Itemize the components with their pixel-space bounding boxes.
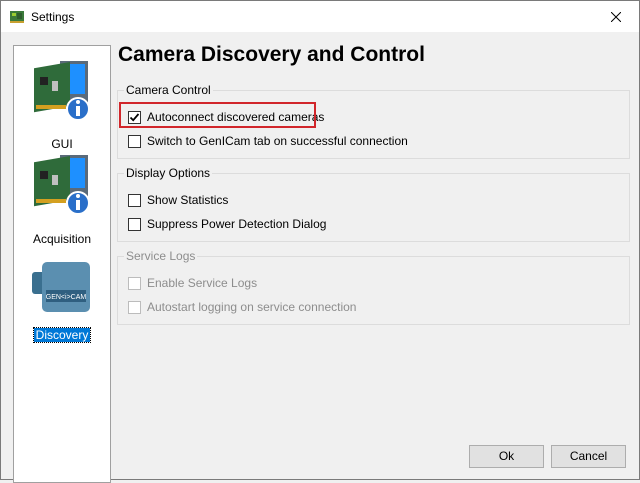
autostart-logging-checkbox[interactable]: Autostart logging on service connection xyxy=(128,299,356,315)
dialog-body: GUI Acquisition GEN<i>CAM Discovery Came… xyxy=(1,32,639,483)
page-title: Camera Discovery and Control xyxy=(118,43,425,66)
checkbox-label: Switch to GenICam tab on successful conn… xyxy=(147,134,408,148)
checkbox-box[interactable] xyxy=(128,276,141,290)
selected-label: Discovery xyxy=(32,327,92,343)
window-title: Settings xyxy=(31,10,75,24)
group-legend: Service Logs xyxy=(124,249,198,263)
checkbox-label: Suppress Power Detection Dialog xyxy=(147,217,327,231)
checkbox-label: Enable Service Logs xyxy=(147,276,258,290)
network-card-info-icon xyxy=(34,61,90,121)
enable-service-logs-checkbox[interactable]: Enable Service Logs xyxy=(128,275,257,291)
cancel-button[interactable]: Cancel xyxy=(551,445,626,468)
group-legend: Camera Control xyxy=(124,83,213,97)
ok-button[interactable]: Ok xyxy=(469,445,544,468)
genicam-logo-text: GEN<i>CAM xyxy=(46,294,87,301)
highlight-box xyxy=(119,102,316,128)
title-bar: Settings xyxy=(1,1,639,32)
checkbox-label: Autostart logging on service connection xyxy=(147,300,357,314)
checkbox-box[interactable] xyxy=(128,300,141,314)
checkbox-box[interactable] xyxy=(128,217,141,231)
settings-window: Settings GUI Acquisition GEN<i>CAM Disco… xyxy=(0,0,640,483)
suppress-power-detection-checkbox[interactable]: Suppress Power Detection Dialog xyxy=(128,216,326,232)
checkbox-label: Show Statistics xyxy=(147,193,229,207)
group-display-options: Display Options Show Statistics Suppress… xyxy=(117,166,630,242)
sidebar-item-discovery[interactable]: GEN<i>CAM Discovery xyxy=(14,256,110,346)
sidebar-item-acquisition[interactable]: Acquisition xyxy=(14,153,110,253)
switch-genicam-tab-checkbox[interactable]: Switch to GenICam tab on successful conn… xyxy=(128,133,408,149)
group-service-logs: Service Logs Enable Service Logs Autosta… xyxy=(117,249,630,325)
close-icon xyxy=(611,11,621,22)
close-button[interactable] xyxy=(593,1,639,32)
settings-sidebar: GUI Acquisition GEN<i>CAM Discovery xyxy=(13,45,111,483)
app-icon xyxy=(10,11,24,23)
checkbox-box[interactable] xyxy=(128,134,141,148)
sidebar-item-label: Acquisition xyxy=(32,232,92,246)
sidebar-item-gui[interactable]: GUI xyxy=(14,59,110,159)
sidebar-item-label: GUI xyxy=(51,137,73,151)
network-card-info-icon xyxy=(34,155,90,215)
checkbox-box[interactable] xyxy=(128,193,141,207)
genicam-camera-icon: GEN<i>CAM xyxy=(32,262,90,312)
group-legend: Display Options xyxy=(124,166,213,180)
show-statistics-checkbox[interactable]: Show Statistics xyxy=(128,192,228,208)
sidebar-item-label: Discovery xyxy=(14,327,110,343)
